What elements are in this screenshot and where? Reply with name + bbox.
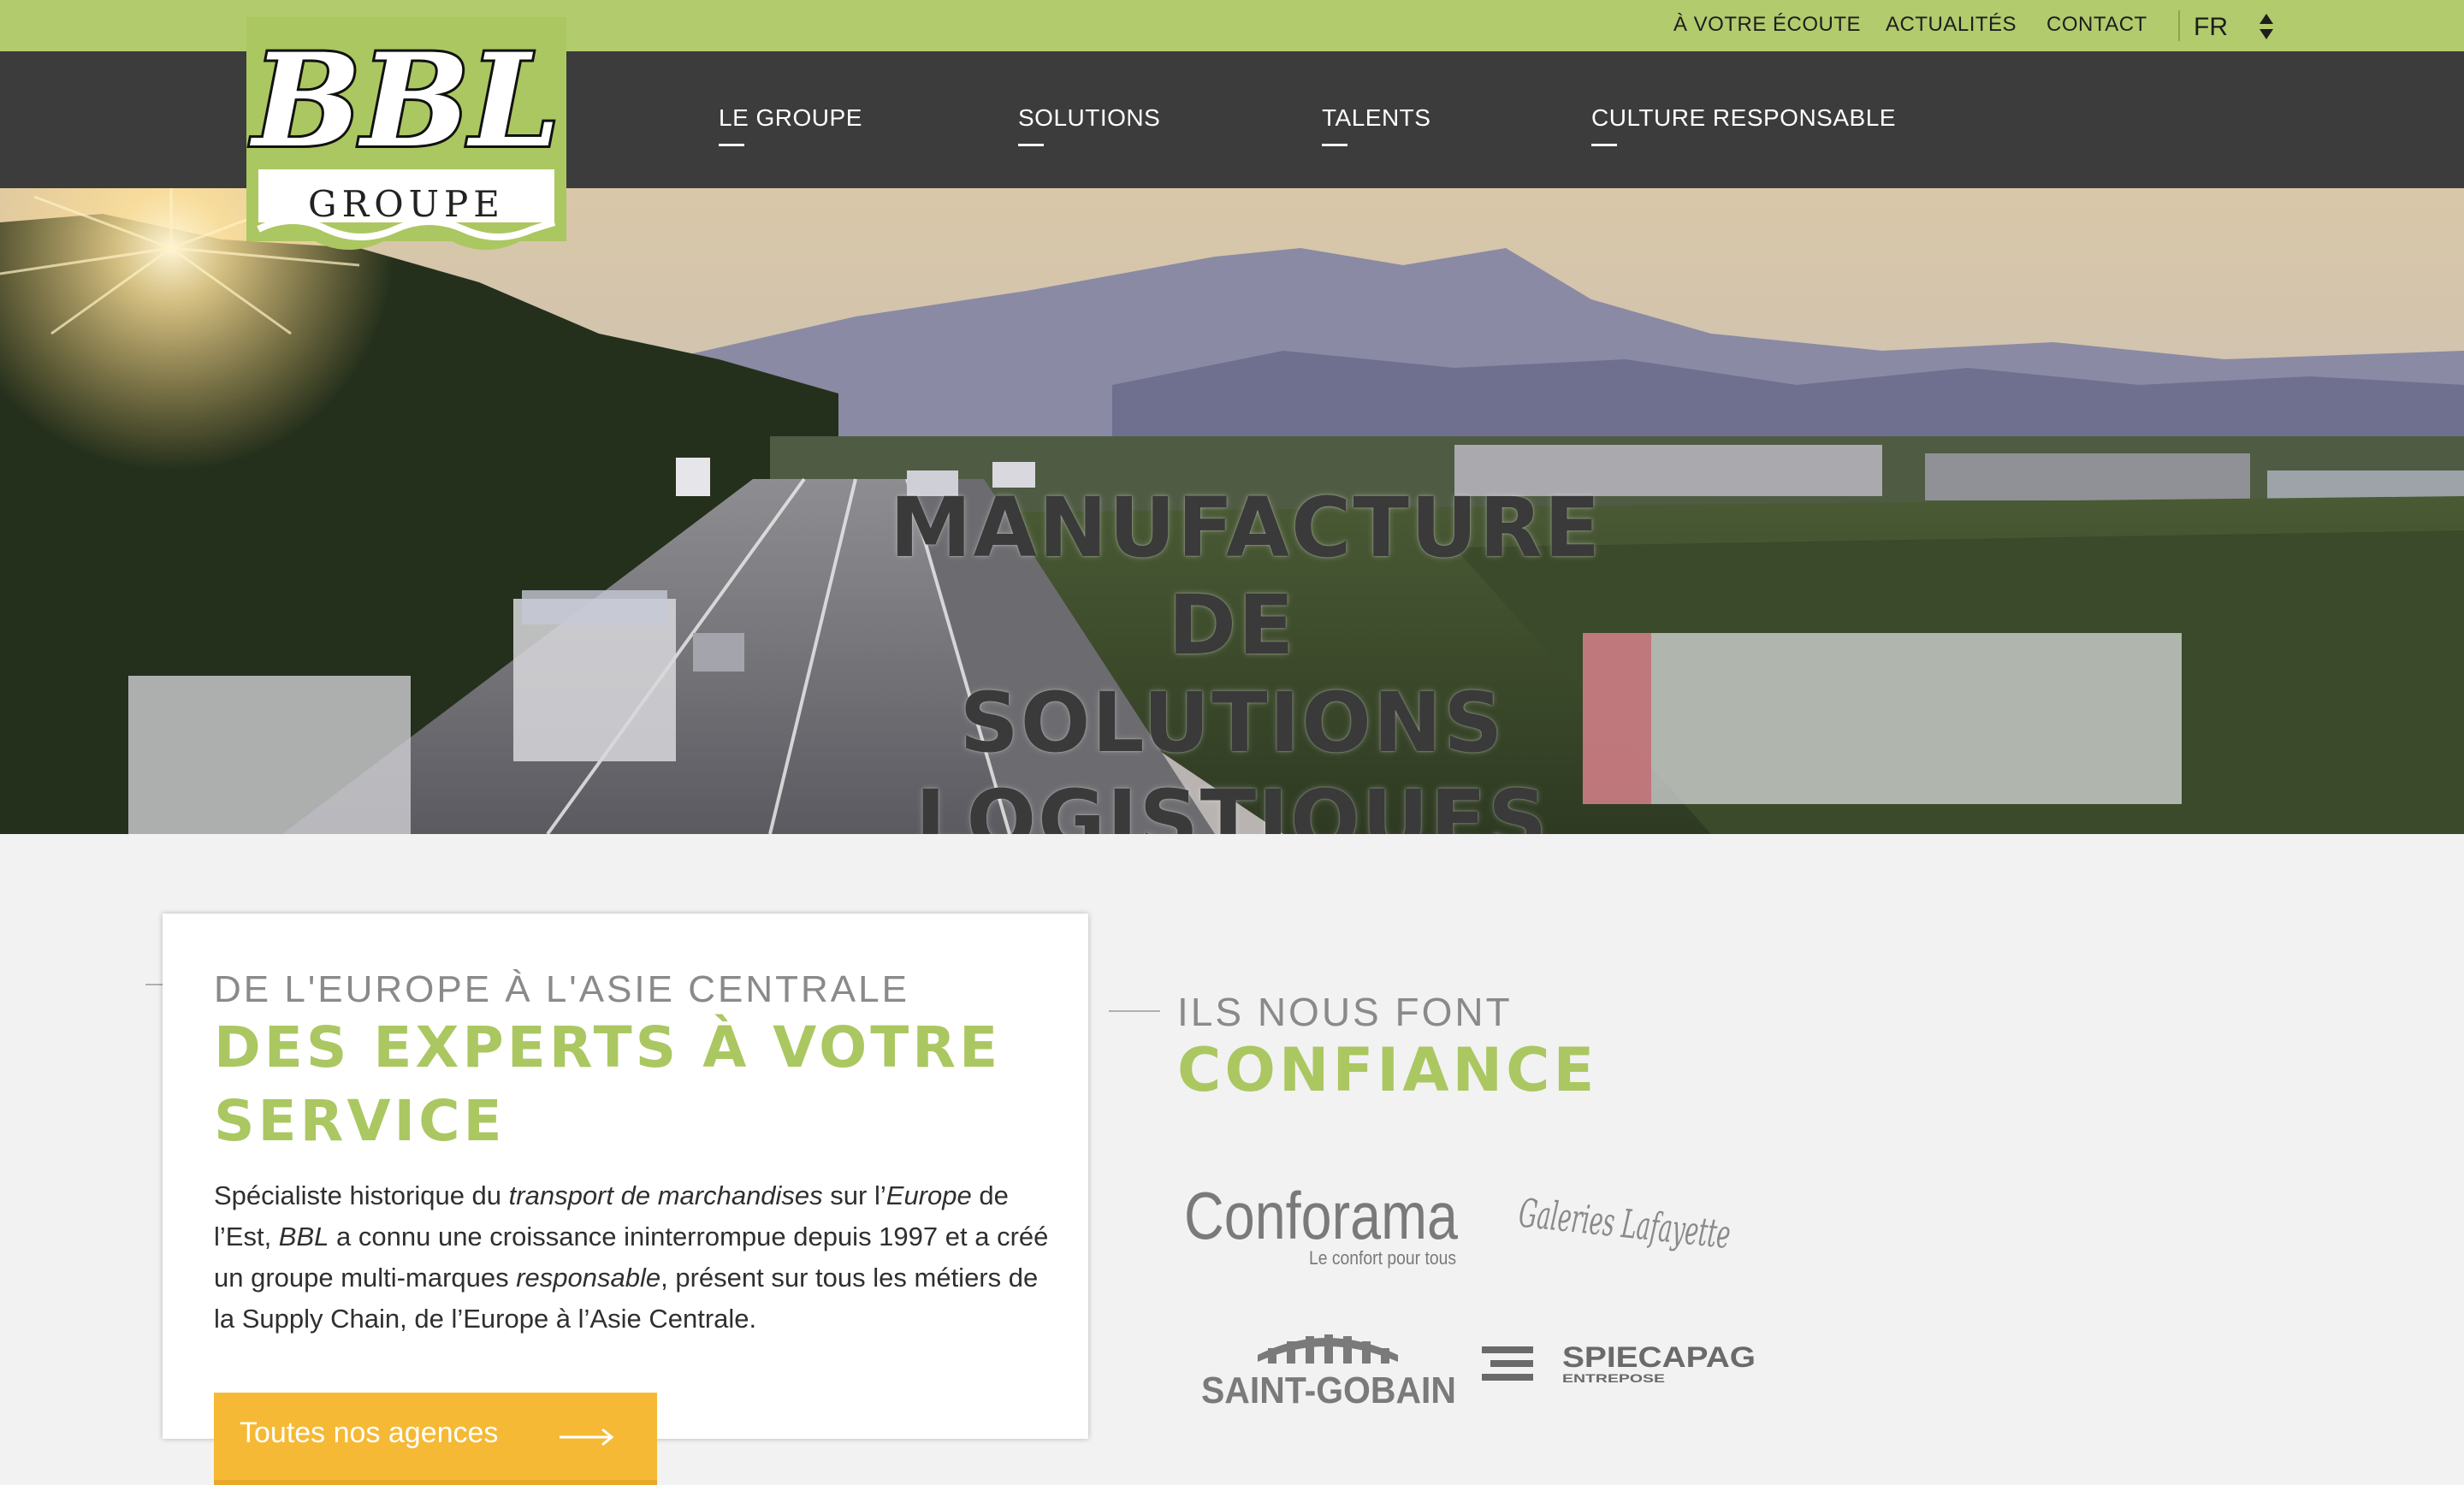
client-logo-galeries-lafayette: Galeries Lafayette xyxy=(1517,1189,1732,1257)
utility-link-a-votre-ecoute[interactable]: À VOTRE ÉCOUTE xyxy=(1673,13,1861,37)
nav-item-label: TALENTS xyxy=(1322,104,1431,131)
spiecapag-mark-icon xyxy=(1482,1346,1533,1381)
section-divider xyxy=(1109,1010,1160,1012)
cta-bottom-border xyxy=(214,1480,657,1485)
nav-underline xyxy=(1591,144,1617,146)
utility-link-contact[interactable]: CONTACT xyxy=(2046,13,2147,37)
client-tagline: ENTREPOSE xyxy=(1562,1371,1665,1385)
trust-heading: CONFIANCE xyxy=(1177,1035,1598,1105)
client-tagline: Le confort pour tous xyxy=(1309,1247,1456,1269)
logo-mark: BBL xyxy=(249,26,560,176)
nav-item-culture-responsable[interactable]: CULTURE RESPONSABLE xyxy=(1591,104,1896,146)
language-select[interactable]: FR xyxy=(2194,10,2283,43)
client-name: SPIECAPAG xyxy=(1562,1341,1756,1374)
nav-item-label: CULTURE RESPONSABLE xyxy=(1591,104,1896,131)
saint-gobain-arch-icon xyxy=(1258,1334,1398,1364)
nav-underline xyxy=(1018,144,1044,146)
hero-title: MANUFACTURE DE SOLUTIONS LOGISTIQUES xyxy=(890,479,1602,834)
sort-arrows-icon xyxy=(2260,14,2273,39)
client-name: Conforama xyxy=(1184,1179,1459,1253)
all-agencies-button[interactable]: Toutes nos agences xyxy=(214,1393,657,1485)
logo-subtitle: GROUPE xyxy=(308,183,505,225)
nav-item-label: SOLUTIONS xyxy=(1018,104,1161,131)
hero-title-line: DE SOLUTIONS xyxy=(959,577,1505,771)
bbl-groupe-logo[interactable]: BBL GROUPE xyxy=(246,17,566,258)
hero-banner: MANUFACTURE DE SOLUTIONS LOGISTIQUES xyxy=(0,188,2464,834)
client-name: SAINT-GOBAIN xyxy=(1201,1370,1456,1410)
language-value: FR xyxy=(2194,13,2228,41)
client-logo-saint-gobain: SAINT-GOBAIN xyxy=(1201,1334,1456,1410)
utility-link-actualites[interactable]: ACTUALITÉS xyxy=(1886,13,2017,37)
page: À VOTRE ÉCOUTE ACTUALITÉS CONTACT FR LE … xyxy=(0,0,2464,1485)
arrow-right-icon xyxy=(560,1428,614,1447)
hero-title-line: LOGISTIQUES xyxy=(915,772,1549,834)
nav-item-talents[interactable]: TALENTS xyxy=(1322,104,1430,146)
nav-item-label: LE GROUPE xyxy=(719,104,862,131)
cta-label: Toutes nos agences xyxy=(240,1417,499,1449)
intro-eyebrow: DE L'EUROPE À L'ASIE CENTRALE xyxy=(214,968,909,1010)
utility-divider xyxy=(2178,10,2180,41)
client-name: Galeries Lafayette xyxy=(1517,1189,1732,1257)
nav-item-le-groupe[interactable]: LE GROUPE xyxy=(719,104,862,146)
logo-graphic: BBL GROUPE xyxy=(246,17,566,250)
hero-title-line: MANUFACTURE xyxy=(890,480,1602,576)
intro-body: Spécialiste historique du transport de m… xyxy=(214,1180,1049,1334)
intro-heading: DES EXPERTS À VOTRE SERVICE xyxy=(214,1015,1002,1154)
intro-card: DE L'EUROPE À L'ASIE CENTRALE DES EXPERT… xyxy=(163,914,1088,1439)
nav-item-solutions[interactable]: SOLUTIONS xyxy=(1018,104,1160,146)
nav-underline xyxy=(1322,144,1348,146)
nav-underline xyxy=(719,144,744,146)
trust-eyebrow: ILS NOUS FONT xyxy=(1177,990,1513,1034)
client-logo-spiecapag: SPIECAPAG ENTREPOSE xyxy=(1482,1341,1756,1385)
client-logo-conforama: Conforama Le confort pour tous xyxy=(1184,1179,1459,1269)
